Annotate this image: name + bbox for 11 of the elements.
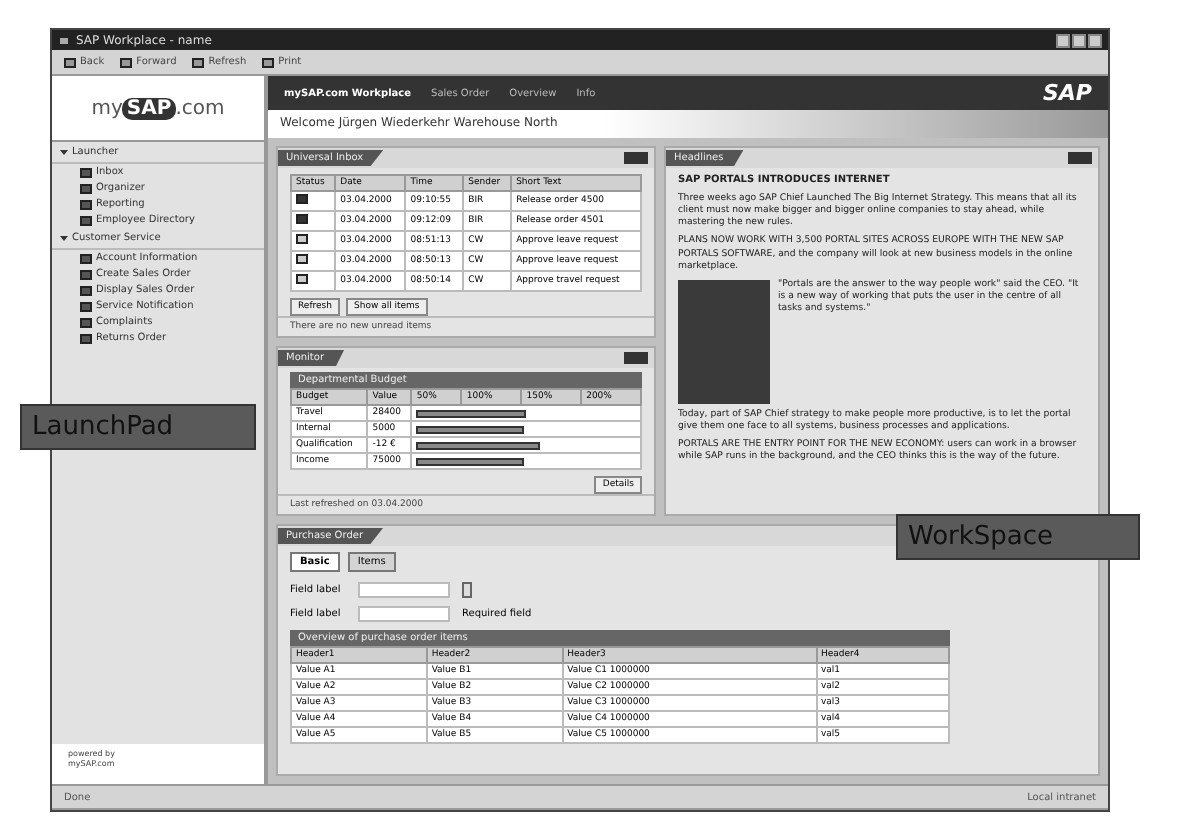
sap-logo: SAP: [1043, 80, 1092, 106]
logo: my SAP .com: [52, 76, 264, 142]
app-icon: [58, 35, 70, 45]
input-field[interactable]: [358, 606, 450, 622]
caret-icon: [60, 148, 68, 156]
callout-label: LaunchPad: [20, 404, 256, 450]
caret-icon: [60, 234, 68, 242]
input-field[interactable]: [358, 582, 450, 598]
dropdown-button[interactable]: [462, 582, 472, 598]
photo-placeholder: [678, 279, 770, 404]
callout-label: WorkSpace: [896, 514, 1140, 560]
